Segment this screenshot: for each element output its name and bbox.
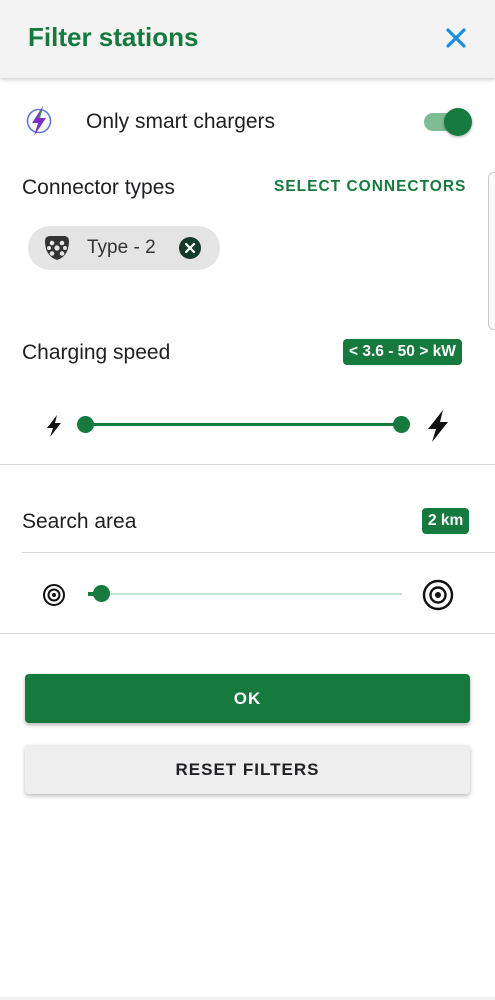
area-thumb[interactable] bbox=[93, 585, 110, 602]
type2-plug-icon bbox=[45, 236, 69, 260]
header: Filter stations bbox=[0, 0, 495, 78]
bolt-small-icon bbox=[47, 415, 61, 437]
ok-button[interactable]: OK bbox=[25, 674, 470, 723]
page-title: Filter stations bbox=[28, 22, 199, 52]
search-area-label: Search area bbox=[22, 510, 137, 533]
charging-speed-slider[interactable] bbox=[0, 400, 495, 450]
connector-chip-type2[interactable]: Type - 2 bbox=[28, 226, 220, 270]
search-area-slider[interactable] bbox=[0, 572, 495, 618]
chip-remove-icon[interactable] bbox=[178, 236, 202, 260]
speed-track bbox=[85, 423, 402, 426]
scroll-indicator[interactable] bbox=[488, 172, 495, 330]
target-large-icon bbox=[422, 579, 454, 611]
area-track bbox=[88, 593, 402, 595]
close-icon[interactable] bbox=[440, 22, 472, 54]
divider bbox=[0, 633, 495, 634]
search-area-badge: 2 km bbox=[422, 508, 470, 534]
smart-chargers-label: Only smart chargers bbox=[86, 110, 276, 133]
target-small-icon bbox=[43, 584, 65, 606]
select-connectors-button[interactable]: SELECT CONNECTORS bbox=[274, 178, 466, 196]
connector-types-label: Connector types bbox=[22, 176, 175, 199]
bolt-large-icon bbox=[428, 410, 448, 442]
divider bbox=[0, 464, 495, 465]
smart-chargers-toggle[interactable] bbox=[422, 108, 474, 136]
speed-min-thumb[interactable] bbox=[77, 416, 94, 433]
charging-speed-badge: < 3.6 - 50 > kW bbox=[343, 339, 462, 365]
smart-chargers-row: Only smart chargers bbox=[0, 98, 495, 146]
divider bbox=[22, 552, 495, 553]
chip-label: Type - 2 bbox=[87, 237, 156, 258]
speed-max-thumb[interactable] bbox=[393, 416, 410, 433]
reset-filters-button[interactable]: RESET FILTERS bbox=[25, 745, 470, 794]
toggle-thumb bbox=[444, 108, 472, 136]
smart-charger-bolt-icon bbox=[26, 106, 52, 136]
charging-speed-label: Charging speed bbox=[22, 341, 171, 364]
